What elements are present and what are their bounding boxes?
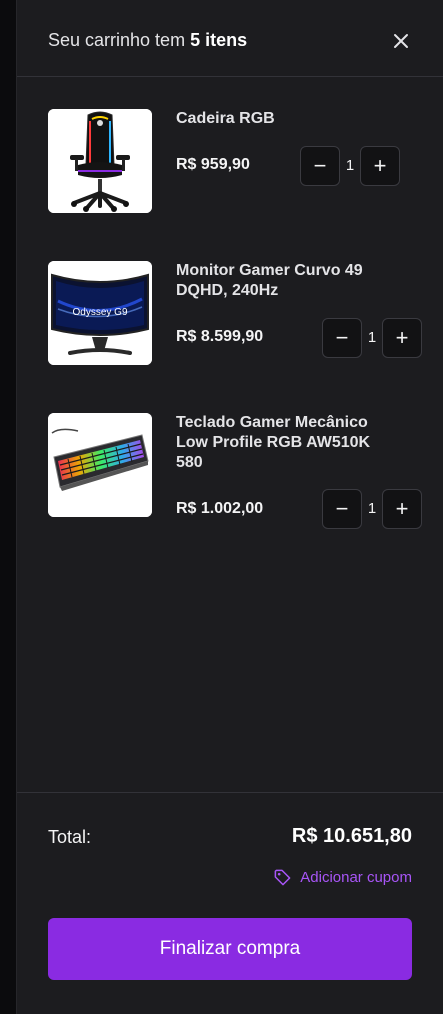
- product-name[interactable]: Teclado Gamer Mecânico Low Profile RGB A…: [176, 413, 396, 473]
- product-price: R$ 959,90: [176, 156, 250, 173]
- tag-icon: [274, 869, 291, 885]
- close-button[interactable]: [388, 28, 414, 54]
- quantity-value: 1: [345, 157, 355, 174]
- increase-quantity-button[interactable]: +: [382, 318, 422, 358]
- quantity-value: 1: [367, 500, 377, 517]
- cart-item: Odyssey G9 Monitor Gamer Curvo 49 DQHD, …: [48, 261, 422, 365]
- monitor-screen-text: Odyssey G9: [72, 307, 127, 318]
- close-icon: [394, 34, 408, 48]
- cart-title: Seu carrinho tem 5 itens: [48, 30, 247, 51]
- product-image-gaming-chair[interactable]: [48, 109, 152, 213]
- product-name[interactable]: Cadeira RGB: [176, 109, 396, 129]
- total-value: R$ 10.651,80: [291, 825, 412, 847]
- cart-title-prefix: Seu carrinho tem: [48, 30, 186, 50]
- cart-header: Seu carrinho tem 5 itens: [17, 0, 443, 77]
- add-coupon-link[interactable]: Adicionar cupom: [273, 866, 412, 888]
- minus-icon: −: [335, 325, 349, 350]
- increase-quantity-button[interactable]: +: [360, 146, 400, 186]
- product-image-rgb-keyboard[interactable]: [48, 413, 152, 517]
- product-price: R$ 1.002,00: [176, 500, 264, 517]
- product-name[interactable]: Monitor Gamer Curvo 49 DQHD, 240Hz: [176, 261, 396, 301]
- cart-footer: Total: R$ 10.651,80 Adicionar cupom Fina…: [17, 792, 443, 1014]
- decrease-quantity-button[interactable]: −: [322, 318, 362, 358]
- increase-quantity-button[interactable]: +: [382, 489, 422, 529]
- cart-item: Cadeira RGB R$ 959,90 − 1 +: [48, 109, 418, 213]
- minus-icon: −: [313, 153, 327, 178]
- checkout-button[interactable]: Finalizar compra: [48, 918, 412, 980]
- decrease-quantity-button[interactable]: −: [322, 489, 362, 529]
- decrease-quantity-button[interactable]: −: [300, 146, 340, 186]
- plus-icon: +: [373, 153, 387, 178]
- cart-drawer: Seu carrinho tem 5 itens Cadeira RGB R$ …: [16, 0, 443, 1014]
- cart-item: Teclado Gamer Mecânico Low Profile RGB A…: [48, 413, 422, 539]
- page-backdrop[interactable]: [0, 0, 16, 1014]
- product-image-curved-monitor[interactable]: Odyssey G9: [48, 261, 152, 365]
- plus-icon: +: [395, 496, 409, 521]
- total-label: Total:: [48, 827, 92, 847]
- add-coupon-label: Adicionar cupom: [300, 868, 412, 886]
- quantity-value: 1: [367, 329, 377, 346]
- plus-icon: +: [395, 325, 409, 350]
- product-price: R$ 8.599,90: [176, 328, 264, 345]
- cart-item-count: 5 itens: [190, 30, 248, 50]
- minus-icon: −: [335, 496, 349, 521]
